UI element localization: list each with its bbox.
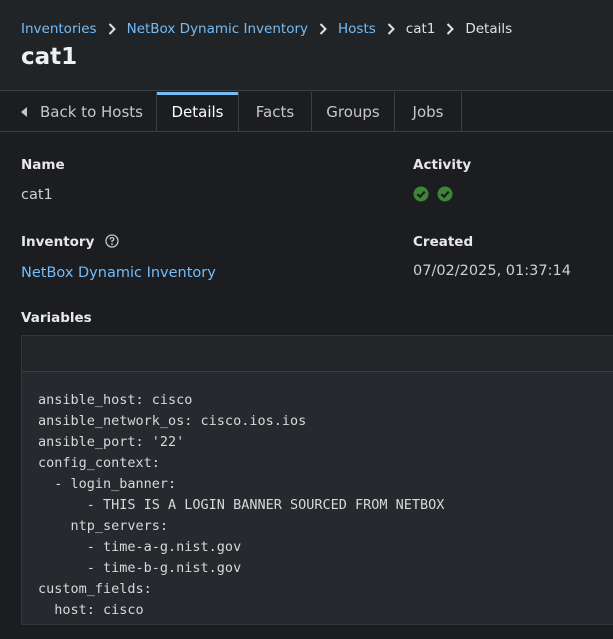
success-check-icon[interactable] bbox=[413, 186, 429, 206]
code-line: ansible_port: '22' bbox=[38, 434, 185, 450]
chevron-right-icon bbox=[376, 21, 406, 37]
breadcrumb-inventory[interactable]: NetBox Dynamic Inventory bbox=[127, 21, 308, 37]
code-line: - time-b-g.nist.gov bbox=[38, 560, 242, 576]
variables-code-editor[interactable]: ansible_host: cisco ansible_network_os: c… bbox=[21, 335, 613, 625]
code-line: - login_banner: bbox=[38, 476, 177, 492]
code-line: ansible_network_os: cisco.ios.ios bbox=[38, 413, 307, 429]
inventory-label-text: Inventory bbox=[21, 234, 95, 250]
code-line: host: cisco bbox=[38, 602, 144, 618]
tab-details-label: Details bbox=[171, 102, 224, 121]
page-header: Inventories NetBox Dynamic Inventory Hos… bbox=[0, 0, 613, 91]
code-line: ansible_host: cisco bbox=[38, 392, 193, 408]
breadcrumb: Inventories NetBox Dynamic Inventory Hos… bbox=[21, 20, 512, 38]
tab-bar: Back to Hosts Details Facts Groups Jobs bbox=[0, 92, 613, 132]
code-editor-toolbar bbox=[22, 336, 613, 372]
name-value: cat1 bbox=[21, 187, 53, 203]
breadcrumb-details: Details bbox=[465, 21, 513, 37]
tab-groups-label: Groups bbox=[326, 102, 380, 121]
tab-jobs[interactable]: Jobs bbox=[395, 92, 462, 131]
tab-facts-label: Facts bbox=[255, 102, 295, 121]
tab-groups[interactable]: Groups bbox=[312, 92, 395, 131]
variables-yaml: ansible_host: cisco ansible_network_os: c… bbox=[22, 372, 613, 639]
breadcrumb-host: cat1 bbox=[405, 21, 436, 37]
chevron-right-icon bbox=[308, 21, 338, 37]
breadcrumb-hosts[interactable]: Hosts bbox=[338, 21, 376, 37]
code-line: config_context: bbox=[38, 455, 160, 471]
code-line: - THIS IS A LOGIN BANNER SOURCED FROM NE… bbox=[38, 497, 445, 513]
success-check-icon[interactable] bbox=[437, 186, 453, 206]
chevron-right-icon bbox=[97, 21, 127, 37]
code-line: - time-a-g.nist.gov bbox=[38, 539, 242, 555]
code-line: ntp_servers: bbox=[38, 518, 169, 534]
tab-facts[interactable]: Facts bbox=[239, 92, 312, 131]
inventory-label: Inventory bbox=[21, 234, 119, 252]
breadcrumb-inventories[interactable]: Inventories bbox=[21, 21, 97, 37]
name-label: Name bbox=[21, 157, 65, 173]
variables-label: Variables bbox=[21, 310, 92, 326]
tab-back-label: Back to Hosts bbox=[40, 102, 143, 121]
created-value: 07/02/2025, 01:37:14 bbox=[413, 263, 571, 279]
activity-statuses bbox=[413, 186, 453, 206]
created-label: Created bbox=[413, 234, 474, 250]
inventory-link[interactable]: NetBox Dynamic Inventory bbox=[21, 265, 216, 281]
tab-jobs-label: Jobs bbox=[412, 102, 444, 121]
caret-left-icon bbox=[21, 103, 40, 121]
help-icon[interactable] bbox=[105, 234, 119, 252]
tab-details[interactable]: Details bbox=[157, 92, 239, 131]
code-line: custom_fields: bbox=[38, 581, 152, 597]
tab-back-to-hosts[interactable]: Back to Hosts bbox=[0, 92, 157, 131]
page-title: cat1 bbox=[21, 44, 78, 70]
activity-label: Activity bbox=[413, 157, 472, 173]
chevron-right-icon bbox=[435, 21, 465, 37]
